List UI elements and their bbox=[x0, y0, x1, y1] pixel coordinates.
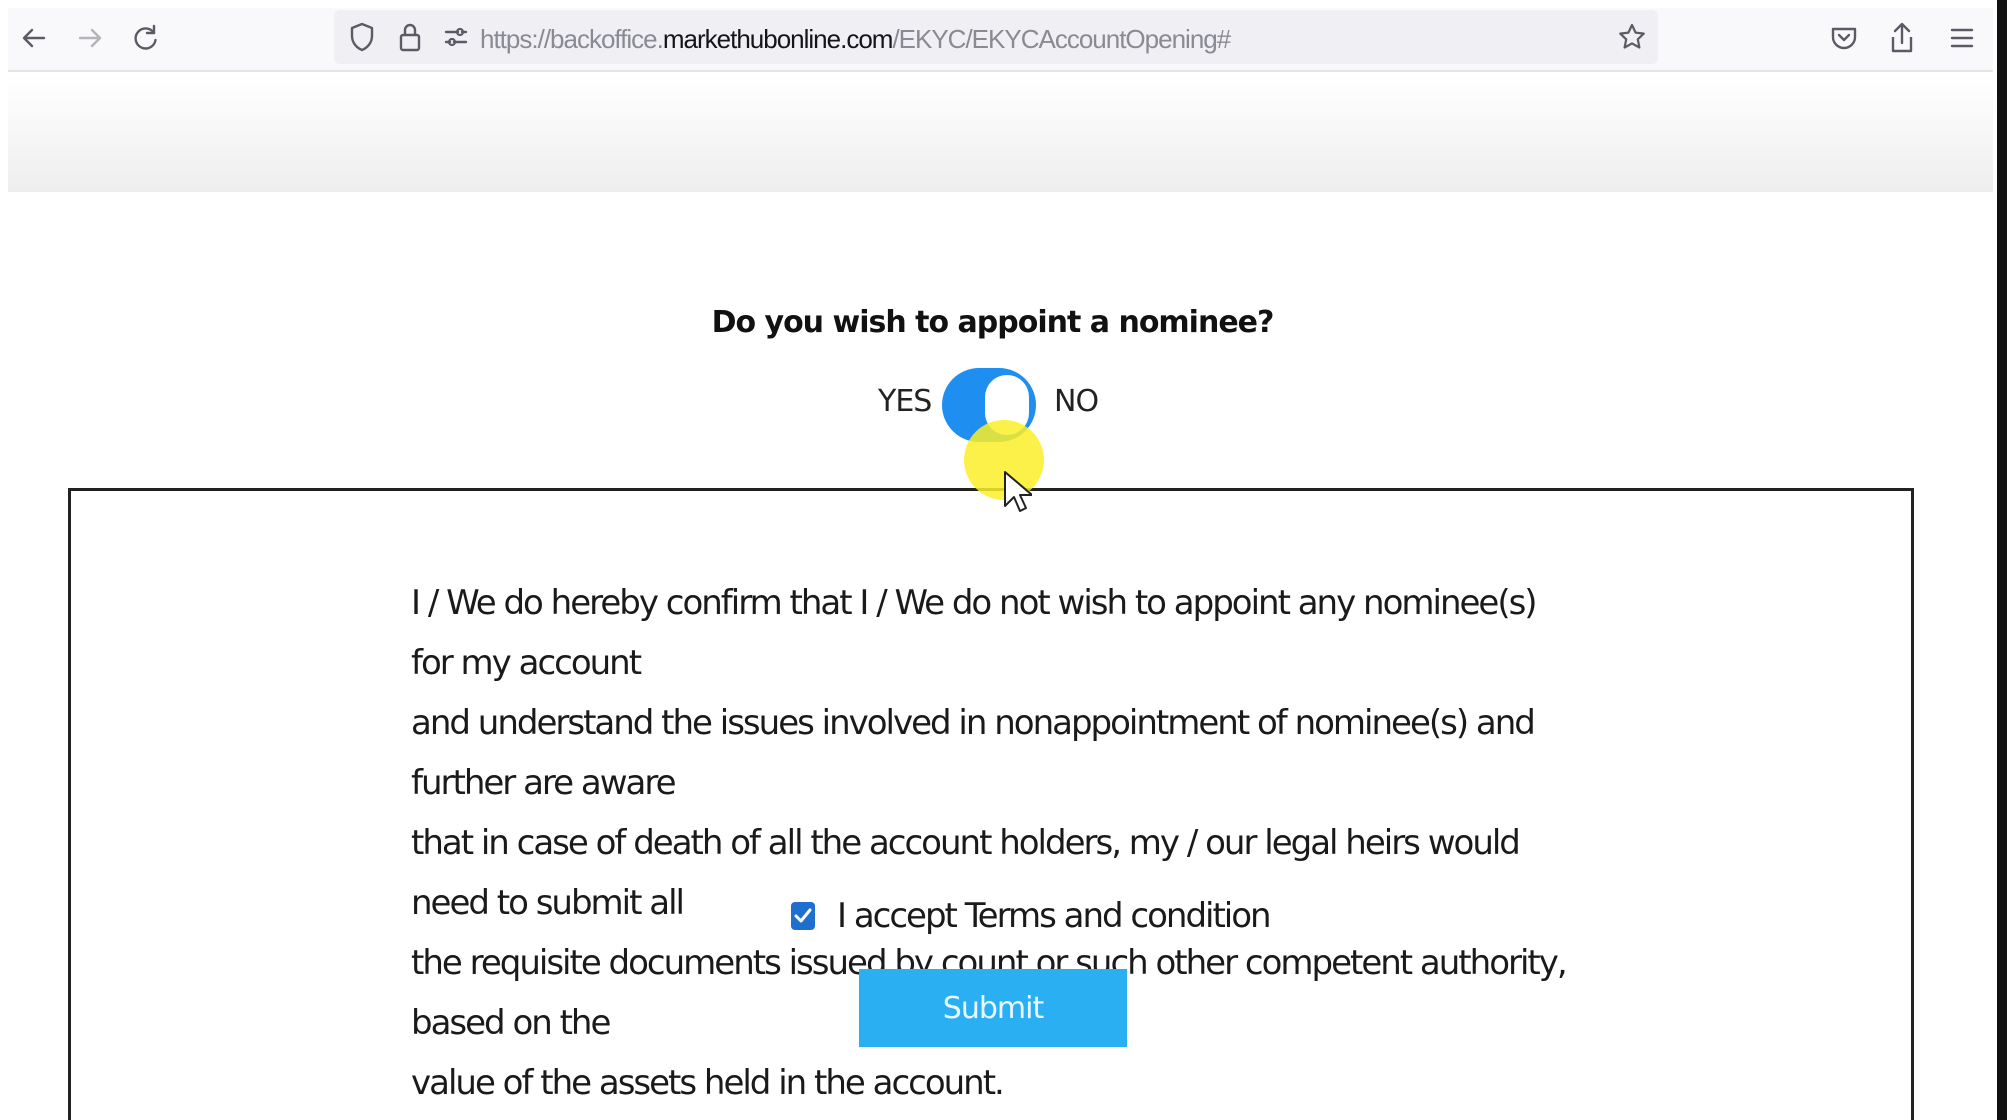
page-header bbox=[8, 74, 1993, 192]
window-edge bbox=[1997, 0, 2007, 1120]
nominee-question: Do you wish to appoint a nominee? bbox=[711, 305, 1275, 340]
url-bar[interactable]: https://backoffice.markethubonline.com/E… bbox=[334, 10, 1658, 64]
terms-label[interactable]: I accept Terms and condition bbox=[837, 896, 1272, 936]
share-icon[interactable] bbox=[1882, 18, 1922, 58]
shield-icon[interactable] bbox=[344, 19, 380, 55]
declaration-line: I / We do hereby confirm that I / We do … bbox=[411, 583, 1538, 683]
permissions-icon[interactable] bbox=[438, 19, 474, 55]
checkmark-icon bbox=[794, 908, 812, 923]
declaration-box: I / We do hereby confirm that I / We do … bbox=[68, 488, 1914, 1120]
toggle-no-label: NO bbox=[1054, 384, 1099, 419]
lock-icon[interactable] bbox=[392, 19, 428, 55]
submit-button[interactable]: Submit bbox=[859, 969, 1127, 1047]
url-domain: markethubonline.com bbox=[662, 24, 894, 54]
screen: https://backoffice.markethubonline.com/E… bbox=[0, 0, 2007, 1120]
bookmark-star-icon[interactable] bbox=[1614, 19, 1650, 55]
terms-row: I accept Terms and condition bbox=[791, 891, 1272, 941]
back-icon[interactable] bbox=[12, 16, 56, 60]
declaration-line: and understand the issues involved in no… bbox=[411, 703, 1536, 803]
mouse-cursor-icon bbox=[1004, 471, 1032, 512]
url-text[interactable]: https://backoffice.markethubonline.com/E… bbox=[480, 24, 1231, 55]
menu-icon[interactable] bbox=[1942, 18, 1982, 58]
pocket-icon[interactable] bbox=[1824, 18, 1864, 58]
url-path: /EKYC/EKYCAccountOpening# bbox=[892, 24, 1231, 54]
reload-icon[interactable] bbox=[124, 16, 168, 60]
forward-icon[interactable] bbox=[68, 16, 112, 60]
terms-checkbox[interactable] bbox=[791, 902, 815, 930]
toggle-yes-label: YES bbox=[878, 384, 932, 419]
declaration-line: value of the assets held in the account. bbox=[411, 1063, 1005, 1103]
browser-toolbar: https://backoffice.markethubonline.com/E… bbox=[8, 8, 1993, 72]
url-prefix: https://backoffice. bbox=[480, 24, 664, 54]
